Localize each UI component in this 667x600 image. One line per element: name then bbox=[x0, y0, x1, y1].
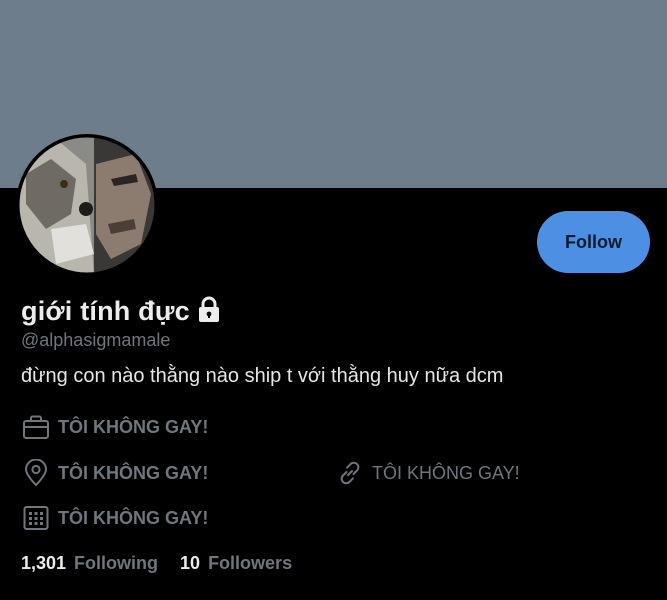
avatar[interactable] bbox=[16, 134, 158, 276]
location-text: TÔI KHÔNG GAY! bbox=[58, 462, 209, 483]
website-link[interactable]: TÔI KHÔNG GAY! bbox=[372, 463, 520, 484]
profile-stats: 1,301 Following 10 Followers bbox=[21, 553, 292, 574]
profile-handle: @alphasigmamale bbox=[21, 330, 171, 350]
display-name-row: giới tính đực bbox=[21, 293, 222, 329]
following-label: Following bbox=[74, 553, 159, 573]
lock-icon bbox=[196, 295, 222, 328]
followers-link[interactable]: 10 Followers bbox=[180, 553, 292, 574]
joined-text: TÔI KHÔNG GAY! bbox=[58, 507, 209, 528]
profile-website[interactable]: TÔI KHÔNG GAY! bbox=[336, 459, 520, 487]
profile-joined: TÔI KHÔNG GAY! bbox=[22, 504, 208, 532]
profile-bio: đừng con nào thằng nào ship t với thằng … bbox=[21, 365, 504, 387]
profile-category: TÔI KHÔNG GAY! bbox=[22, 414, 208, 440]
followers-label: Followers bbox=[208, 553, 293, 573]
link-icon bbox=[336, 459, 364, 487]
location-pin-icon bbox=[22, 459, 50, 487]
followers-count: 10 bbox=[180, 553, 201, 573]
category-text: TÔI KHÔNG GAY! bbox=[58, 416, 209, 437]
following-link[interactable]: 1,301 Following bbox=[21, 553, 158, 574]
display-name: giới tính đực bbox=[21, 295, 190, 326]
profile-location: TÔI KHÔNG GAY! bbox=[22, 459, 208, 487]
calendar-icon bbox=[22, 504, 50, 532]
follow-button[interactable]: Follow bbox=[537, 211, 650, 273]
following-count: 1,301 bbox=[21, 553, 67, 573]
briefcase-icon bbox=[22, 414, 50, 440]
